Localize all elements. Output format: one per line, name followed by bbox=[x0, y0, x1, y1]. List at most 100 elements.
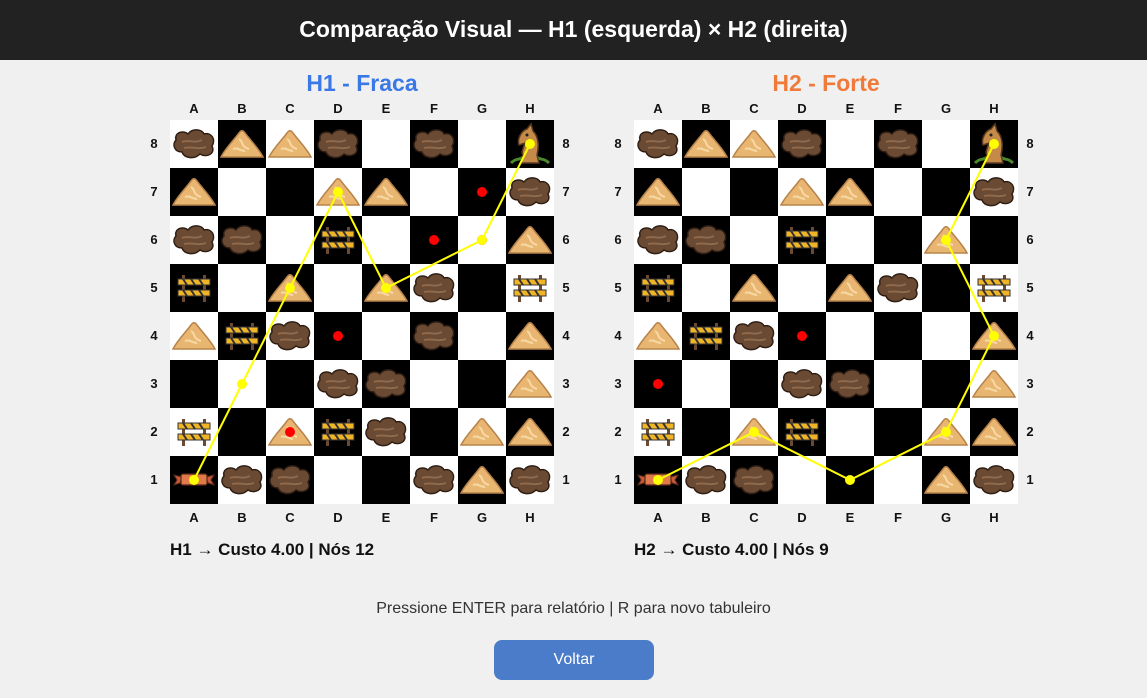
square-b1[interactable] bbox=[682, 456, 730, 504]
square-b6[interactable] bbox=[218, 216, 266, 264]
square-a7[interactable] bbox=[634, 168, 682, 216]
square-a1[interactable] bbox=[170, 456, 218, 504]
square-a6[interactable] bbox=[170, 216, 218, 264]
square-d6[interactable] bbox=[314, 216, 362, 264]
square-d7[interactable] bbox=[314, 168, 362, 216]
square-h6[interactable] bbox=[970, 216, 1018, 264]
square-h4[interactable] bbox=[506, 312, 554, 360]
square-f3[interactable] bbox=[410, 360, 458, 408]
square-a2[interactable] bbox=[634, 408, 682, 456]
square-b5[interactable] bbox=[682, 264, 730, 312]
square-b4[interactable] bbox=[218, 312, 266, 360]
square-b2[interactable] bbox=[682, 408, 730, 456]
square-a2[interactable] bbox=[170, 408, 218, 456]
square-c4[interactable] bbox=[266, 312, 314, 360]
square-b6[interactable] bbox=[682, 216, 730, 264]
square-d5[interactable] bbox=[314, 264, 362, 312]
square-h7[interactable] bbox=[506, 168, 554, 216]
square-g1[interactable] bbox=[922, 456, 970, 504]
square-h5[interactable] bbox=[970, 264, 1018, 312]
square-e8[interactable] bbox=[362, 120, 410, 168]
square-g1[interactable] bbox=[458, 456, 506, 504]
square-h8[interactable] bbox=[506, 120, 554, 168]
square-c7[interactable] bbox=[266, 168, 314, 216]
square-a6[interactable] bbox=[634, 216, 682, 264]
square-e8[interactable] bbox=[826, 120, 874, 168]
square-c5[interactable] bbox=[266, 264, 314, 312]
square-d8[interactable] bbox=[314, 120, 362, 168]
square-e1[interactable] bbox=[826, 456, 874, 504]
square-g3[interactable] bbox=[922, 360, 970, 408]
square-c2[interactable] bbox=[730, 408, 778, 456]
square-a4[interactable] bbox=[170, 312, 218, 360]
square-h5[interactable] bbox=[506, 264, 554, 312]
square-c1[interactable] bbox=[266, 456, 314, 504]
square-c2[interactable] bbox=[266, 408, 314, 456]
chessboard-h1[interactable] bbox=[170, 120, 554, 504]
square-g6[interactable] bbox=[458, 216, 506, 264]
square-e7[interactable] bbox=[362, 168, 410, 216]
square-e6[interactable] bbox=[826, 216, 874, 264]
square-d2[interactable] bbox=[778, 408, 826, 456]
square-g8[interactable] bbox=[922, 120, 970, 168]
square-f2[interactable] bbox=[410, 408, 458, 456]
square-f1[interactable] bbox=[410, 456, 458, 504]
square-c7[interactable] bbox=[730, 168, 778, 216]
square-b8[interactable] bbox=[218, 120, 266, 168]
square-f6[interactable] bbox=[410, 216, 458, 264]
square-d5[interactable] bbox=[778, 264, 826, 312]
square-a5[interactable] bbox=[634, 264, 682, 312]
square-f7[interactable] bbox=[874, 168, 922, 216]
square-h1[interactable] bbox=[506, 456, 554, 504]
square-d4[interactable] bbox=[314, 312, 362, 360]
square-f5[interactable] bbox=[874, 264, 922, 312]
square-h3[interactable] bbox=[970, 360, 1018, 408]
square-g4[interactable] bbox=[922, 312, 970, 360]
square-a8[interactable] bbox=[634, 120, 682, 168]
square-h8[interactable] bbox=[970, 120, 1018, 168]
square-e6[interactable] bbox=[362, 216, 410, 264]
square-f2[interactable] bbox=[874, 408, 922, 456]
square-c8[interactable] bbox=[266, 120, 314, 168]
square-g8[interactable] bbox=[458, 120, 506, 168]
square-e4[interactable] bbox=[362, 312, 410, 360]
square-a1[interactable] bbox=[634, 456, 682, 504]
square-d4[interactable] bbox=[778, 312, 826, 360]
square-c5[interactable] bbox=[730, 264, 778, 312]
square-e1[interactable] bbox=[362, 456, 410, 504]
square-c8[interactable] bbox=[730, 120, 778, 168]
square-f6[interactable] bbox=[874, 216, 922, 264]
square-h4[interactable] bbox=[970, 312, 1018, 360]
square-c4[interactable] bbox=[730, 312, 778, 360]
square-f3[interactable] bbox=[874, 360, 922, 408]
square-e3[interactable] bbox=[362, 360, 410, 408]
square-a3[interactable] bbox=[634, 360, 682, 408]
square-c6[interactable] bbox=[730, 216, 778, 264]
square-d6[interactable] bbox=[778, 216, 826, 264]
square-a8[interactable] bbox=[170, 120, 218, 168]
square-h6[interactable] bbox=[506, 216, 554, 264]
square-h2[interactable] bbox=[506, 408, 554, 456]
square-c3[interactable] bbox=[730, 360, 778, 408]
square-f5[interactable] bbox=[410, 264, 458, 312]
back-button[interactable]: Voltar bbox=[494, 640, 654, 680]
square-b2[interactable] bbox=[218, 408, 266, 456]
square-g6[interactable] bbox=[922, 216, 970, 264]
square-g5[interactable] bbox=[922, 264, 970, 312]
square-e4[interactable] bbox=[826, 312, 874, 360]
square-b1[interactable] bbox=[218, 456, 266, 504]
square-f7[interactable] bbox=[410, 168, 458, 216]
square-e7[interactable] bbox=[826, 168, 874, 216]
square-c1[interactable] bbox=[730, 456, 778, 504]
square-f8[interactable] bbox=[874, 120, 922, 168]
square-d7[interactable] bbox=[778, 168, 826, 216]
square-h7[interactable] bbox=[970, 168, 1018, 216]
square-c3[interactable] bbox=[266, 360, 314, 408]
square-a3[interactable] bbox=[170, 360, 218, 408]
square-b3[interactable] bbox=[218, 360, 266, 408]
square-e2[interactable] bbox=[362, 408, 410, 456]
square-c6[interactable] bbox=[266, 216, 314, 264]
square-f4[interactable] bbox=[410, 312, 458, 360]
square-d3[interactable] bbox=[778, 360, 826, 408]
square-b7[interactable] bbox=[218, 168, 266, 216]
